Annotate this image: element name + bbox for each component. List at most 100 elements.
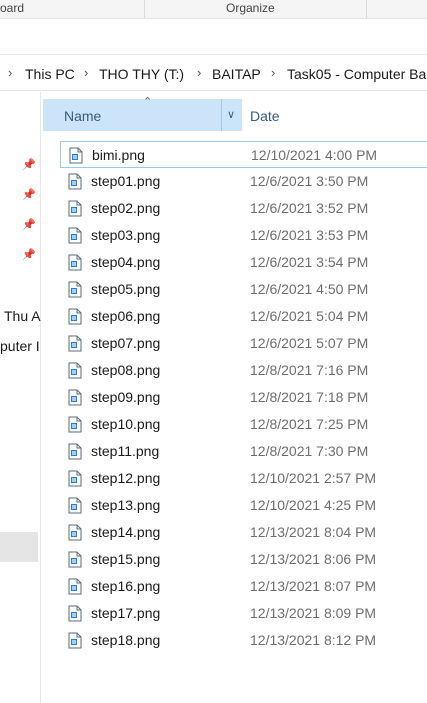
image-file-icon: [68, 497, 82, 514]
chevron-down-icon[interactable]: ∨: [227, 108, 235, 121]
column-header-name[interactable]: ⌃ Name ∨: [43, 96, 242, 131]
file-date: 12/13/2021 8:04 PM: [250, 524, 377, 540]
ribbon-separator: [366, 0, 367, 18]
breadcrumb-this-pc[interactable]: This PC: [25, 66, 75, 82]
image-file-icon: [68, 227, 82, 244]
file-name: step09.png: [91, 389, 161, 405]
chevron-right-icon[interactable]: ›: [8, 65, 12, 80]
file-date: 12/10/2021 4:25 PM: [250, 497, 377, 513]
file-row[interactable]: step17.png 12/13/2021 8:09 PM: [60, 600, 427, 627]
file-row[interactable]: step02.png 12/6/2021 3:52 PM: [60, 195, 427, 222]
image-file-icon: [68, 443, 82, 460]
file-date: 12/13/2021 8:09 PM: [250, 605, 377, 621]
image-file-icon: [68, 173, 82, 190]
file-row[interactable]: step01.png 12/6/2021 3:50 PM: [60, 168, 427, 195]
image-file-icon: [68, 524, 82, 541]
breadcrumb-task05[interactable]: Task05 - Computer Ba: [287, 66, 426, 82]
file-row[interactable]: step18.png 12/13/2021 8:12 PM: [60, 627, 427, 654]
column-header-name-label: Name: [64, 108, 102, 124]
file-name: step11.png: [91, 443, 160, 459]
image-file-icon: [68, 200, 82, 217]
image-file-icon: [68, 308, 82, 325]
ribbon-separator: [144, 0, 145, 18]
image-file-icon: [68, 254, 82, 271]
file-row[interactable]: step07.png 12/6/2021 5:07 PM: [60, 330, 427, 357]
chevron-right-icon[interactable]: ›: [197, 65, 201, 80]
navigation-pane[interactable]: 📌 📌 📌 📌 Thu A puter I: [0, 92, 41, 703]
file-name: step08.png: [91, 362, 161, 378]
file-row[interactable]: bimi.png 12/10/2021 4:00 PM: [60, 141, 427, 168]
column-divider[interactable]: [221, 99, 222, 131]
file-date: 12/8/2021 7:30 PM: [250, 443, 369, 459]
file-date: 12/8/2021 7:25 PM: [250, 416, 369, 432]
file-row[interactable]: step15.png 12/13/2021 8:06 PM: [60, 546, 427, 573]
file-row[interactable]: step10.png 12/8/2021 7:25 PM: [60, 411, 427, 438]
image-file-icon: [68, 389, 82, 406]
file-row[interactable]: step14.png 12/13/2021 8:04 PM: [60, 519, 427, 546]
file-row[interactable]: step08.png 12/8/2021 7:16 PM: [60, 357, 427, 384]
nav-item-selected[interactable]: [0, 532, 38, 562]
column-header-date[interactable]: Date: [250, 108, 280, 124]
image-file-icon: [68, 470, 82, 487]
pin-icon[interactable]: 📌: [22, 158, 36, 171]
file-name: step13.png: [91, 497, 161, 513]
file-row[interactable]: step04.png 12/6/2021 3:54 PM: [60, 249, 427, 276]
breadcrumb-drive[interactable]: THO THY (T:): [99, 66, 184, 82]
file-date: 12/6/2021 3:50 PM: [250, 173, 369, 189]
file-row[interactable]: step09.png 12/8/2021 7:18 PM: [60, 384, 427, 411]
image-file-icon: [68, 362, 82, 379]
pin-icon[interactable]: 📌: [22, 248, 36, 261]
file-row[interactable]: step05.png 12/6/2021 4:50 PM: [60, 276, 427, 303]
chevron-right-icon[interactable]: ›: [271, 65, 275, 80]
file-name: step18.png: [91, 632, 161, 648]
file-date: 12/13/2021 8:12 PM: [250, 632, 377, 648]
file-row[interactable]: step11.png 12/8/2021 7:30 PM: [60, 438, 427, 465]
file-date: 12/6/2021 3:54 PM: [250, 254, 369, 270]
ribbon-group-organize-label: Organize: [226, 1, 275, 15]
file-row[interactable]: step12.png 12/10/2021 2:57 PM: [60, 465, 427, 492]
file-name: step03.png: [91, 227, 161, 243]
file-name: step02.png: [91, 200, 161, 216]
file-date: 12/8/2021 7:18 PM: [250, 389, 369, 405]
image-file-icon: [68, 551, 82, 568]
file-date: 12/6/2021 4:50 PM: [250, 281, 369, 297]
breadcrumb-baitap[interactable]: BAITAP: [212, 66, 261, 82]
file-row[interactable]: step13.png 12/10/2021 4:25 PM: [60, 492, 427, 519]
file-row[interactable]: step06.png 12/6/2021 5:04 PM: [60, 303, 427, 330]
file-name: step14.png: [91, 524, 161, 540]
file-row[interactable]: step16.png 12/13/2021 8:07 PM: [60, 573, 427, 600]
file-name: step17.png: [91, 605, 161, 621]
file-name: step16.png: [91, 578, 161, 594]
file-date: 12/13/2021 8:06 PM: [250, 551, 377, 567]
ribbon-group-bar: oard Organize: [0, 0, 427, 19]
file-name: step06.png: [91, 308, 161, 324]
file-date: 12/10/2021 4:00 PM: [251, 147, 378, 163]
file-name: bimi.png: [92, 147, 145, 163]
file-name: step07.png: [91, 335, 161, 351]
ribbon-group-clipboard-label: oard: [0, 1, 25, 15]
nav-item-thu[interactable]: Thu A: [4, 308, 41, 324]
file-name: step10.png: [91, 416, 161, 432]
image-file-icon: [68, 335, 82, 352]
ribbon-lower-band: [0, 19, 427, 55]
file-date: 12/13/2021 8:07 PM: [250, 578, 377, 594]
file-name: step04.png: [91, 254, 161, 270]
chevron-right-icon[interactable]: ›: [84, 65, 88, 80]
image-file-icon: [68, 281, 82, 298]
breadcrumb[interactable]: › This PC › THO THY (T:) › BAITAP › Task…: [0, 58, 427, 91]
image-file-icon: [69, 147, 83, 164]
pin-icon[interactable]: 📌: [22, 188, 36, 201]
file-name: step12.png: [91, 470, 161, 486]
file-date: 12/6/2021 3:52 PM: [250, 200, 369, 216]
file-name: step05.png: [91, 281, 161, 297]
file-name: step15.png: [91, 551, 161, 567]
pin-icon[interactable]: 📌: [22, 218, 36, 231]
sort-ascending-icon: ⌃: [143, 96, 153, 108]
image-file-icon: [68, 416, 82, 433]
image-file-icon: [68, 605, 82, 622]
nav-item-computer[interactable]: puter I: [0, 338, 40, 354]
file-date: 12/6/2021 3:53 PM: [250, 227, 369, 243]
file-date: 12/8/2021 7:16 PM: [250, 362, 369, 378]
file-row[interactable]: step03.png 12/6/2021 3:53 PM: [60, 222, 427, 249]
file-date: 12/10/2021 2:57 PM: [250, 470, 377, 486]
